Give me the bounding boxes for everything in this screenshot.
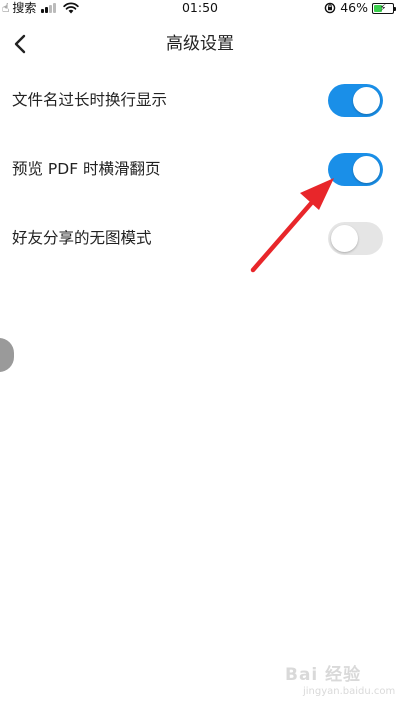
toggle-filename-wrap[interactable] [328, 84, 383, 117]
toggle-pdf-swipe[interactable] [328, 153, 383, 186]
nav-bar: 高级设置 [0, 22, 400, 66]
floating-assistive-button[interactable] [0, 338, 14, 372]
toggle-knob [353, 156, 380, 183]
battery-icon: ⚡ [372, 2, 396, 14]
toggle-no-image-mode[interactable] [328, 222, 383, 255]
setting-label: 文件名过长时换行显示 [12, 91, 168, 109]
toggle-knob [331, 225, 358, 252]
page-title: 高级设置 [166, 34, 234, 54]
watermark-url: jingyan.baidu.com [303, 686, 396, 697]
toggle-knob [353, 87, 380, 114]
setting-label: 预览 PDF 时横滑翻页 [12, 160, 161, 178]
watermark-logo: Bai 经验 [285, 665, 362, 685]
status-right: 46% ⚡ [324, 0, 396, 16]
setting-label: 好友分享的无图模式 [12, 229, 152, 247]
status-bar: ☝ 搜索 01:50 46% ⚡ [0, 0, 400, 16]
setting-row-pdf-swipe: 预览 PDF 时横滑翻页 [0, 144, 400, 194]
setting-row-filename-wrap: 文件名过长时换行显示 [0, 75, 400, 125]
battery-percent: 46% [340, 0, 368, 15]
setting-row-no-image-mode: 好友分享的无图模式 [0, 213, 400, 263]
watermark: Bai 经验 jingyan.baidu.com [285, 660, 397, 700]
charging-bolt-icon: ⚡ [379, 2, 387, 14]
rotation-lock-icon [324, 2, 336, 14]
